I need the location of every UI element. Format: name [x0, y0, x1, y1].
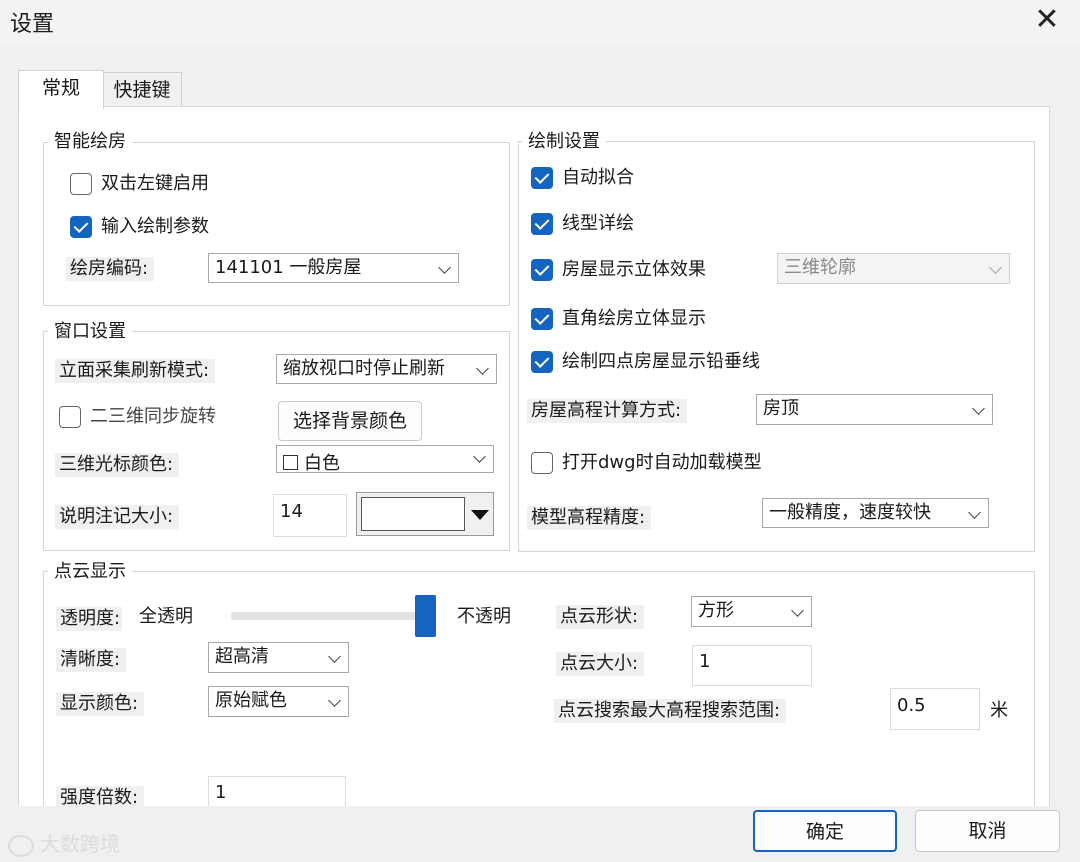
house-3d-mode-select[interactable]: 三维轮廓 — [777, 253, 1010, 284]
opacity-slider-thumb[interactable] — [414, 595, 436, 637]
opacity-slider-track[interactable] — [231, 612, 431, 620]
watermark-logo-icon — [8, 834, 34, 857]
chevron-down-icon — [438, 261, 451, 274]
house-code-value: 141101 一般房屋 — [215, 257, 362, 278]
house-3d-mode-value: 三维轮廓 — [784, 257, 856, 278]
note-size-input[interactable]: 14 — [273, 494, 347, 537]
color-swatch-icon — [283, 455, 298, 470]
dropdown-arrow-icon — [471, 510, 489, 520]
display-color-select[interactable]: 原始赋色 — [208, 686, 349, 717]
facade-refresh-select[interactable]: 缩放视口时停止刷新 — [276, 354, 497, 384]
chevron-down-icon — [476, 362, 489, 375]
tab-general[interactable]: 常规 — [18, 70, 104, 109]
input-params-label: 输入绘制参数 — [101, 216, 209, 237]
facade-refresh-label: 立面采集刷新模式: — [55, 359, 216, 383]
chevron-down-icon — [989, 261, 1002, 274]
watermark-text: 大数跨境 — [40, 832, 120, 856]
color-picker-combo[interactable] — [356, 492, 494, 536]
facade-refresh-value: 缩放视口时停止刷新 — [283, 358, 445, 379]
four-point-vertical-label: 绘制四点房屋显示铅垂线 — [562, 351, 760, 372]
chevron-down-icon — [791, 604, 804, 617]
elev-precision-value: 一般精度，速度较快 — [769, 502, 931, 523]
tab-shortcuts[interactable]: 快捷键 — [102, 72, 182, 107]
auto-load-model-checkbox[interactable] — [531, 452, 553, 474]
point-shape-label: 点云形状: — [556, 605, 645, 629]
chevron-down-icon — [968, 506, 981, 519]
search-range-label: 点云搜索最大高程搜索范围: — [554, 699, 787, 723]
auto-fit-checkbox[interactable] — [531, 167, 553, 189]
point-shape-select[interactable]: 方形 — [691, 596, 812, 627]
auto-load-model-label: 打开dwg时自动加载模型 — [562, 452, 762, 473]
elev-precision-select[interactable]: 一般精度，速度较快 — [762, 498, 989, 528]
display-color-label: 显示颜色: — [56, 692, 145, 716]
double-click-enable-label: 双击左键启用 — [101, 173, 209, 194]
right-angle-3d-label: 直角绘房立体显示 — [562, 308, 706, 329]
elev-calc-value: 房顶 — [763, 398, 799, 419]
close-icon[interactable]: ✕ — [1030, 2, 1064, 38]
opacity-max-label: 不透明 — [457, 606, 511, 627]
display-color-value: 原始赋色 — [215, 690, 287, 711]
ok-button[interactable]: 确定 — [753, 810, 897, 852]
search-range-unit: 米 — [990, 700, 1008, 721]
elev-calc-label: 房屋高程计算方式: — [527, 399, 688, 423]
house-code-label: 绘房编码: — [66, 257, 155, 281]
title-bar — [0, 0, 1080, 46]
chevron-down-icon — [328, 650, 341, 663]
window-title: 设置 — [10, 12, 55, 37]
input-params-checkbox[interactable] — [70, 216, 92, 238]
note-size-label: 说明注记大小: — [55, 505, 180, 529]
opacity-label: 透明度: — [56, 607, 123, 631]
elev-calc-select[interactable]: 房顶 — [756, 394, 993, 425]
draw-settings-legend: 绘制设置 — [522, 131, 606, 153]
bg-color-button[interactable]: 选择背景颜色 — [278, 401, 422, 441]
point-size-label: 点云大小: — [556, 652, 645, 676]
color-preview — [361, 497, 465, 531]
cancel-button[interactable]: 取消 — [915, 810, 1060, 852]
point-cloud-legend: 点云显示 — [48, 561, 132, 583]
house-3d-checkbox[interactable] — [531, 259, 553, 281]
four-point-vertical-checkbox[interactable] — [531, 351, 553, 373]
cursor-color-value: 白色 — [304, 453, 340, 473]
line-detail-label: 线型详绘 — [562, 213, 634, 234]
cursor-color-select[interactable]: 白色 — [276, 445, 494, 473]
sync-rotate-label: 二三维同步旋转 — [90, 406, 216, 427]
smart-draw-legend: 智能绘房 — [48, 131, 132, 153]
window-settings-legend: 窗口设置 — [48, 321, 132, 343]
clarity-select[interactable]: 超高清 — [208, 642, 349, 673]
point-size-input[interactable]: 1 — [692, 645, 812, 686]
chevron-down-icon — [473, 450, 486, 463]
search-range-input[interactable]: 0.5 — [890, 688, 980, 730]
watermark: 大数跨境 — [8, 828, 120, 857]
double-click-enable-checkbox[interactable] — [70, 173, 92, 195]
point-shape-value: 方形 — [698, 600, 734, 621]
right-angle-3d-checkbox[interactable] — [531, 308, 553, 330]
sync-rotate-checkbox[interactable] — [59, 406, 81, 428]
cursor-color-label: 三维光标颜色: — [55, 453, 180, 477]
chevron-down-icon — [972, 402, 985, 415]
house-code-select[interactable]: 141101 一般房屋 — [208, 253, 459, 283]
line-detail-checkbox[interactable] — [531, 213, 553, 235]
elev-precision-label: 模型高程精度: — [527, 506, 652, 530]
house-3d-label: 房屋显示立体效果 — [562, 259, 706, 280]
auto-fit-label: 自动拟合 — [562, 167, 634, 188]
chevron-down-icon — [328, 694, 341, 707]
clarity-value: 超高清 — [215, 646, 269, 667]
draw-settings-group — [518, 141, 1035, 552]
opacity-min-label: 全透明 — [139, 606, 193, 627]
clarity-label: 清晰度: — [56, 648, 127, 672]
